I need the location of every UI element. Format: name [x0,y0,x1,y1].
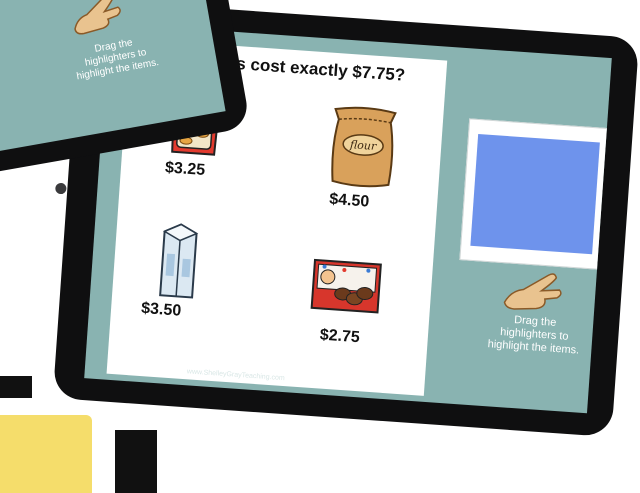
answer-drop-area[interactable] [470,134,600,255]
price-label: $3.25 [164,159,206,180]
item-snack-cake-box[interactable]: $2.75 [307,252,385,346]
yellow-background-block [0,415,92,493]
snack-cake-box-icon [310,258,382,314]
milk-carton-icon [159,223,199,299]
flour-label: flour [349,138,378,153]
background-stand-bottom [115,430,157,493]
instruction-text-main: Drag the highlighters to highlight the i… [487,313,580,357]
tablet-camera [54,182,67,195]
answer-drop-box[interactable] [459,118,611,270]
item-flour-sack[interactable]: flour $4.50 [320,102,406,211]
item-milk-carton[interactable]: $3.50 [141,221,208,320]
website-credit: www.ShelleyGrayTeaching.com [186,368,285,383]
flour-sack-icon: flour [331,106,397,188]
background-stand-left [0,376,32,398]
background-tablet-screen: Drag the highlighters to highlight the i… [0,0,226,156]
price-label: $2.75 [319,326,361,347]
price-label: $3.50 [140,299,182,320]
price-label: $4.50 [328,190,370,211]
